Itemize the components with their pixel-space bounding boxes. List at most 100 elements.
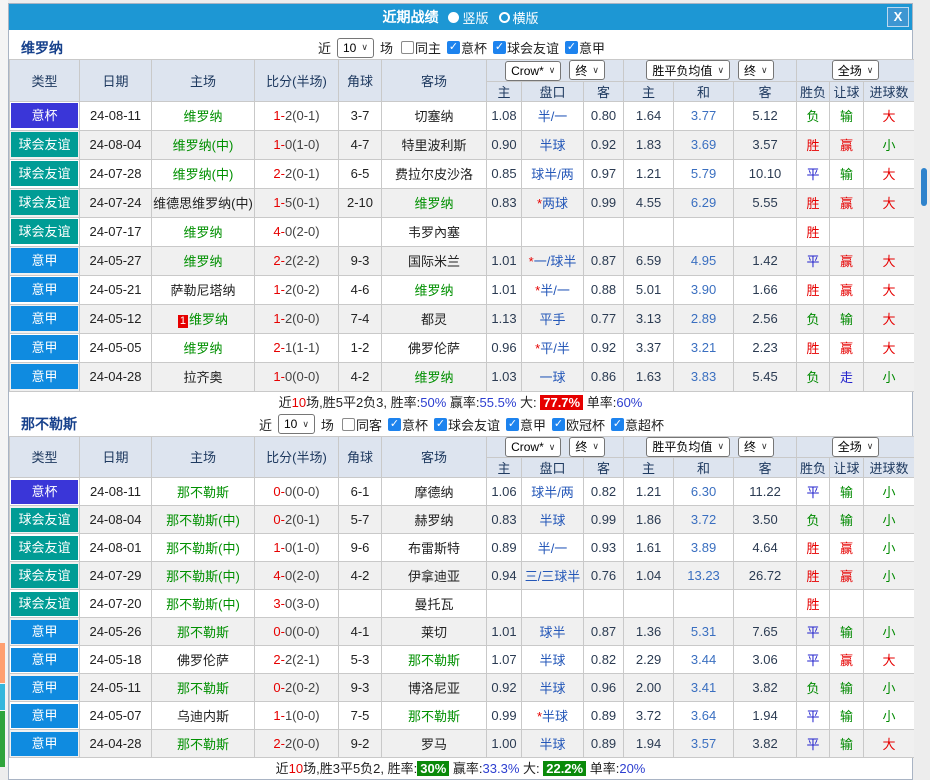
handicap-result: 走 <box>829 361 865 392</box>
table-row: 意甲 24-05-21 萨勒尼塔纳 1-2(0-2) 4-6 维罗纳 1.01 *半/一 0.8… <box>9 274 916 305</box>
section-filter-row: 那不勒斯近 10 ∨ 场同客 ✓ 意杯 ✓ 球会友谊 ✓ 意甲 ✓ 欧冠杯 ✓ 意超杯 <box>9 412 912 436</box>
background-fragment <box>0 711 5 767</box>
avg-type-select[interactable]: 胜平负均值 ∨ <box>646 436 731 457</box>
matches-table: 类型 日期 主场 比分(半场) 角球 客场 Crow* ∨ 终 ∨ 胜平负均值 ∨ 终 ∨ 全场 ∨ 主盘口客主… <box>9 435 916 758</box>
view-option-label[interactable]: 竖版 <box>462 11 488 26</box>
scope-select-cell: 全场 ∨ <box>796 59 916 82</box>
scope-select[interactable]: 全场 ∨ <box>831 60 880 81</box>
match-date: 24-07-24 <box>79 187 152 218</box>
corners: 9-2 <box>338 729 382 758</box>
view-option-label[interactable]: 横版 <box>513 11 539 26</box>
avg-stage-select[interactable]: 终 ∨ <box>738 60 774 81</box>
handicap-cell: 半球 <box>521 505 584 534</box>
away-team-name: 曼托瓦 <box>414 597 454 612</box>
handicap-cell: *平/半 <box>521 332 584 363</box>
avg-type-select[interactable]: 胜平负均值 ∨ <box>646 60 731 81</box>
handicap-result: 赢 <box>829 533 865 562</box>
league-checkbox-0[interactable]: ✓ 意杯 <box>387 415 428 434</box>
scrollbar-track[interactable] <box>914 0 930 767</box>
goals-result: 小 <box>863 533 916 562</box>
home-team: 1 维罗纳 <box>151 303 255 334</box>
radio-selected-icon[interactable] <box>448 11 460 23</box>
score-rest: 0(2-0) <box>284 224 320 239</box>
score-rest: 0(1-0) <box>284 137 320 152</box>
goals-result: 小 <box>863 505 916 534</box>
home-team: 那不勒斯 <box>151 477 255 506</box>
handicap-result: 输 <box>829 303 865 334</box>
league-checkbox-0[interactable]: ✓ 意杯 <box>446 38 487 57</box>
match-type-badge: 球会友谊 <box>11 219 78 244</box>
away-team-name: 赫罗纳 <box>414 513 454 528</box>
league-checkbox-0-label: 意杯 <box>401 417 428 433</box>
avg-home: 2.29 <box>623 645 675 674</box>
table-row: 意杯 24-08-11 那不勒斯 0-0(0-0) 6-1 摩德纳 1.06 球半/两 0.82… <box>9 477 916 506</box>
handicap-result: 赢 <box>829 332 865 363</box>
radio-unselected-icon[interactable] <box>498 11 510 23</box>
score-rest: 0(0-0) <box>284 369 320 384</box>
sub-column-header: 胜负 <box>796 457 831 478</box>
scrollbar-thumb[interactable] <box>921 168 927 206</box>
avg-away <box>733 216 798 247</box>
same-venue-checkbox[interactable]: 同主 <box>400 38 441 57</box>
avg-away: 1.66 <box>733 274 798 305</box>
away-team-name: 博洛尼亚 <box>407 681 460 696</box>
score-home: 1- <box>273 369 285 384</box>
home-team-name: 那不勒斯(中) <box>166 541 240 556</box>
match-type-cell: 球会友谊 <box>9 505 80 534</box>
odds-stage-select[interactable]: 终 ∨ <box>569 60 605 80</box>
score-home: 2- <box>273 340 285 355</box>
league-checkbox-2[interactable]: ✓ 意甲 <box>505 415 546 434</box>
section-summary: 近10场,胜5平2负3, 胜率:50% 赢率:55.5% 大: 77.7% 单率… <box>9 391 912 413</box>
home-team-name: 维罗纳(中) <box>172 167 234 182</box>
recent-count-select[interactable]: 10 ∨ <box>336 37 374 58</box>
table-row: 球会友谊 24-07-24 维德思维罗纳(中) 1-5(0-1) 2-10 维罗纳 0.83… <box>9 187 916 218</box>
checkbox-checked-icon: ✓ <box>565 41 578 54</box>
column-header: 比分(半场) <box>254 59 339 102</box>
league-checkbox-1-label: 球会友谊 <box>506 41 559 56</box>
chevron-down-icon: ∨ <box>548 441 556 452</box>
odds-company-select[interactable]: Crow* ∨ <box>505 60 562 81</box>
handicap-cell: 半球 <box>521 129 584 160</box>
goals-result: 小 <box>863 361 916 392</box>
home-team: 萨勒尼塔纳 <box>151 274 255 305</box>
league-checkbox-3[interactable]: ✓ 欧冠杯 <box>552 415 605 434</box>
score-rest: 0(3-0) <box>284 596 320 611</box>
avg-draw: 6.29 <box>673 187 735 218</box>
wdl-result: 胜 <box>796 533 831 562</box>
league-checkbox-2-label: 意甲 <box>579 41 606 56</box>
avg-away: 3.82 <box>733 729 798 758</box>
goals-result: 大 <box>863 274 916 305</box>
close-button[interactable]: X <box>887 7 909 27</box>
goals-result: 小 <box>863 477 916 506</box>
summary-text: 场,胜5平2负3, 胜率: <box>306 394 421 410</box>
same-venue-checkbox[interactable]: 同客 <box>341 415 382 434</box>
home-odds: 0.83 <box>486 187 522 218</box>
odds-stage-select[interactable]: 终 ∨ <box>569 436 605 457</box>
avg-draw: 6.30 <box>673 477 735 506</box>
scope-select[interactable]: 全场 ∨ <box>831 436 880 457</box>
avg-home: 3.37 <box>623 332 675 363</box>
table-row: 意甲 24-05-26 那不勒斯 0-0(0-0) 4-1 莱切 1.01 球半 0.87 1.3… <box>9 617 916 646</box>
league-checkbox-1[interactable]: ✓ 球会友谊 <box>492 38 559 57</box>
handicap-cell: 平手 <box>521 303 584 334</box>
corners: 4-7 <box>338 129 382 160</box>
odds-company-select[interactable]: Crow* ∨ <box>505 437 562 457</box>
titlebar: 近期战绩 竖版 横版 X <box>9 4 912 30</box>
avg-away: 3.82 <box>733 673 798 702</box>
league-checkbox-2[interactable]: ✓ 意甲 <box>565 38 605 57</box>
home-odds: 0.83 <box>486 505 522 534</box>
column-header: 主场 <box>151 59 255 102</box>
sub-column-header: 和 <box>673 80 735 102</box>
avg-draw: 2.89 <box>673 303 735 334</box>
league-checkbox-1[interactable]: ✓ 球会友谊 <box>433 415 500 434</box>
score: 4-0(2-0) <box>254 561 339 590</box>
home-team: 维罗纳(中) <box>151 158 255 189</box>
summary-text: 大: <box>519 761 544 776</box>
score: 3-0(3-0) <box>254 589 339 618</box>
avg-stage-select[interactable]: 终 ∨ <box>738 436 774 457</box>
recent-count-select[interactable]: 10 ∨ <box>277 414 315 434</box>
background-page-sliver <box>0 0 8 767</box>
away-odds: 0.88 <box>582 274 625 305</box>
home-team: 维罗纳 <box>151 245 255 276</box>
league-checkbox-4[interactable]: ✓ 意超杯 <box>611 415 664 434</box>
